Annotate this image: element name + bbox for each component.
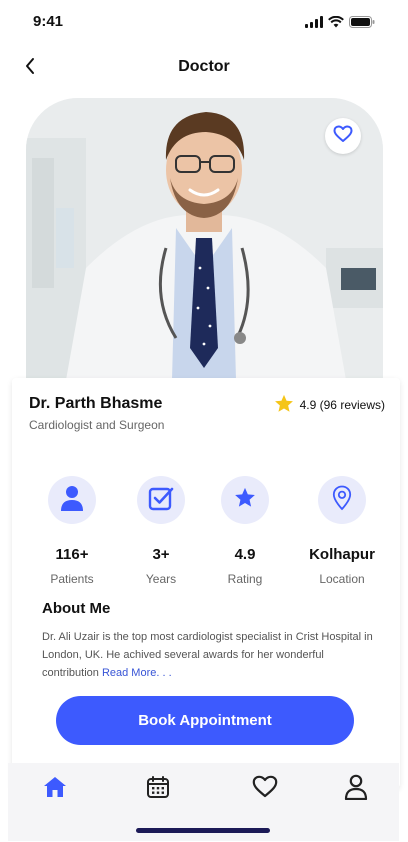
- stat-icon-circle: [48, 476, 96, 524]
- doctor-detail-screen: 9:41 Doctor Dr. Parth Bhasme Cardiologis…: [0, 0, 408, 842]
- nav-home[interactable]: [35, 771, 75, 807]
- profile-icon: [344, 774, 368, 805]
- stat-icon-circle: [318, 476, 366, 524]
- signal-icon: [305, 15, 323, 33]
- read-more-link[interactable]: Read More. . .: [102, 667, 172, 679]
- doctor-photo: [26, 98, 383, 380]
- star-icon: [234, 487, 256, 513]
- heart-outline-icon: [333, 125, 353, 148]
- stat-icon-circle: [221, 476, 269, 524]
- home-icon: [43, 776, 67, 803]
- home-indicator: [136, 828, 270, 833]
- stat-icon-circle: [137, 476, 185, 524]
- nav-profile[interactable]: [336, 771, 376, 807]
- header: Doctor: [0, 52, 408, 84]
- stat-value: 116+: [55, 546, 89, 563]
- stats-row: 116+ Patients 3+ Years 4.9 Rating Kolhap…: [12, 476, 400, 592]
- star-icon: [274, 394, 294, 416]
- bottom-nav: [8, 763, 399, 841]
- heart-icon: [252, 775, 278, 803]
- calendar-icon: [146, 775, 170, 804]
- rating-summary: 4.9 (96 reviews): [274, 394, 385, 416]
- stat-label: Patients: [50, 572, 94, 586]
- favorite-button[interactable]: [325, 118, 361, 154]
- book-appointment-button[interactable]: Book Appointment: [56, 696, 354, 745]
- stat-label: Rating: [227, 572, 263, 586]
- stat-label: Years: [145, 572, 177, 586]
- stat-label: Location: [319, 572, 365, 586]
- status-time: 9:41: [33, 13, 64, 30]
- checkbox-icon: [148, 485, 174, 516]
- nav-calendar[interactable]: [138, 771, 178, 807]
- doctor-specialty: Cardiologist and Surgeon: [29, 418, 165, 432]
- stat-value: 4.9: [234, 546, 256, 563]
- doctor-name: Dr. Parth Bhasme: [29, 395, 163, 412]
- page-title: Doctor: [178, 58, 230, 75]
- doctor-info-card: Dr. Parth Bhasme Cardiologist and Surgeo…: [12, 378, 400, 788]
- stat-value: Kolhapur: [309, 546, 375, 563]
- stat-location: Kolhapur Location: [294, 476, 390, 586]
- stat-patients: 116+ Patients: [24, 476, 120, 586]
- stat-years: 3+ Years: [113, 476, 209, 586]
- about-text: Dr. Ali Uzair is the top most cardiologi…: [42, 628, 382, 682]
- status-bar: 9:41: [0, 0, 408, 44]
- stat-rating: 4.9 Rating: [197, 476, 293, 586]
- status-icons: [305, 15, 375, 33]
- about-body: Dr. Ali Uzair is the top most cardiologi…: [42, 631, 373, 679]
- rating-text: 4.9 (96 reviews): [299, 398, 385, 412]
- person-icon: [60, 485, 84, 516]
- wifi-icon: [328, 15, 344, 33]
- battery-icon: [349, 15, 375, 33]
- about-title: About Me: [42, 600, 111, 617]
- nav-favorites[interactable]: [245, 771, 285, 807]
- location-pin-icon: [332, 485, 352, 516]
- stat-value: 3+: [152, 546, 170, 563]
